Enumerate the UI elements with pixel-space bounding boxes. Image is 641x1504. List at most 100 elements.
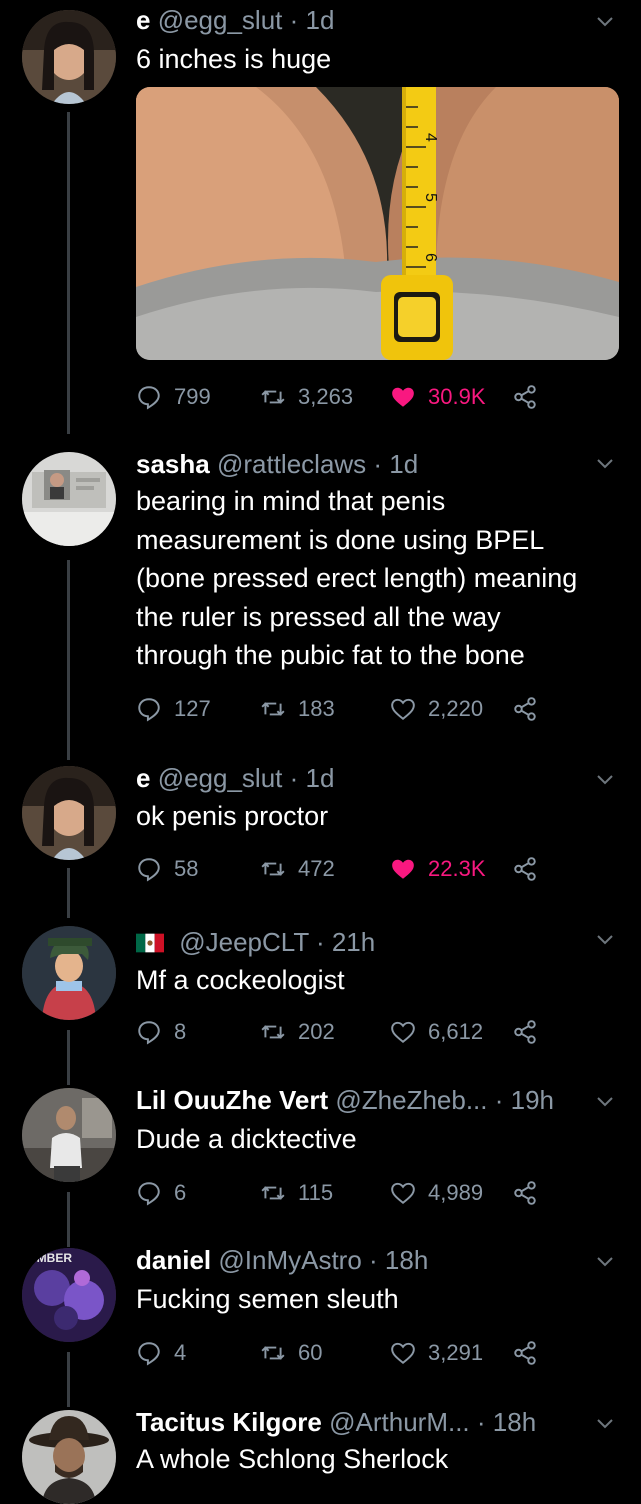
like-count: 4,989 (428, 1180, 484, 1205)
timestamp[interactable]: · 18h (369, 1245, 428, 1275)
timestamp[interactable]: · 1d (373, 449, 418, 479)
avatar[interactable] (22, 926, 116, 1020)
timestamp[interactable]: · 1d (290, 5, 335, 35)
tweet[interactable]: Lil OuuZhe Vert @ZheZheb... · 19h Dude a… (0, 1082, 641, 1244)
tweet-text-line: measurement is done using BPEL (136, 524, 545, 555)
avatar[interactable]: UMBER (22, 1248, 116, 1342)
heart-icon (391, 1342, 415, 1364)
retweet-icon (261, 1025, 285, 1039)
chevron-down-icon[interactable] (595, 1252, 615, 1272)
tweet-text-line: (bone pressed erect length) meaning (136, 563, 578, 593)
display-name[interactable]: sasha (136, 449, 210, 479)
reply-count: 8 (174, 1019, 187, 1044)
share-button[interactable] (512, 1338, 550, 1368)
avatar[interactable] (22, 452, 116, 546)
chevron-down-icon[interactable] (595, 12, 615, 32)
handle[interactable]: @ArthurM... (329, 1407, 470, 1437)
retweet-count: 472 (298, 856, 335, 881)
tweet[interactable]: e @egg_slut · 1d ok penis proctor 58 472… (0, 760, 641, 920)
avatar[interactable] (22, 10, 116, 104)
reply-button[interactable]: 6 (136, 1178, 186, 1208)
timestamp[interactable]: · 18h (477, 1407, 536, 1437)
ruler-mark-4: 4 (422, 133, 439, 142)
reply-icon (138, 858, 160, 882)
share-icon (514, 857, 536, 881)
handle[interactable]: @rattleclaws (217, 449, 366, 479)
retweet-button[interactable]: 183 (260, 694, 335, 724)
reply-button[interactable]: 4 (136, 1338, 186, 1368)
reply-button[interactable]: 58 (136, 854, 198, 884)
reply-count: 4 (174, 1340, 187, 1365)
like-count: 22.3K (428, 856, 486, 881)
timestamp[interactable]: · 1d (290, 763, 335, 793)
reply-count: 58 (174, 856, 199, 881)
avatar[interactable] (22, 766, 116, 860)
reply-icon (138, 1021, 160, 1045)
reply-button[interactable]: 799 (136, 382, 211, 412)
share-button[interactable] (512, 382, 550, 412)
display-name[interactable]: daniel (136, 1245, 211, 1275)
display-name[interactable]: e (136, 5, 150, 35)
share-button[interactable] (512, 1017, 550, 1047)
share-button[interactable] (512, 1178, 550, 1208)
chevron-down-icon[interactable] (595, 1092, 615, 1112)
avatar-text: UMBER (28, 1251, 72, 1265)
like-button[interactable]: 22.3K (390, 854, 486, 884)
handle[interactable]: @egg_slut (158, 763, 283, 793)
tweet[interactable]: e @egg_slut · 1d 6 inches is huge 4 5 6 … (0, 0, 641, 440)
share-icon (514, 697, 536, 721)
tweet[interactable]: @JeepCLT · 21h Mf a cockeologist 8 202 6… (0, 920, 641, 1082)
share-button[interactable] (512, 854, 550, 884)
reply-button[interactable]: 127 (136, 694, 211, 724)
like-button[interactable]: 30.9K (390, 382, 486, 412)
retweet-button[interactable]: 115 (260, 1178, 333, 1208)
chevron-down-icon[interactable] (595, 930, 615, 950)
handle[interactable]: @InMyAstro (218, 1245, 361, 1275)
like-button[interactable]: 2,220 (390, 694, 483, 724)
reply-icon (138, 698, 160, 722)
display-name[interactable]: Lil OuuZhe Vert (136, 1085, 328, 1115)
tweet-header: daniel @InMyAstro · 18h (136, 1244, 581, 1276)
chevron-down-icon[interactable] (595, 770, 615, 790)
retweet-count: 115 (298, 1180, 334, 1205)
tweet-text-line: the ruler is pressed all the way (136, 601, 501, 632)
retweet-button[interactable]: 472 (260, 854, 335, 884)
heart-icon (391, 698, 415, 720)
like-button[interactable]: 3,291 (390, 1338, 483, 1368)
like-count: 3,291 (428, 1340, 484, 1365)
handle[interactable]: @egg_slut (158, 5, 283, 35)
like-count: 30.9K (428, 384, 486, 409)
retweet-button[interactable]: 3,263 (260, 382, 353, 412)
retweet-icon (261, 702, 285, 716)
tweet-text: bearing in mind that penis measurement i… (136, 482, 616, 675)
heart-icon (392, 859, 414, 879)
like-button[interactable]: 6,612 (390, 1017, 483, 1047)
reply-count: 6 (174, 1180, 187, 1205)
tweet-header: Tacitus Kilgore @ArthurM... · 18h (136, 1406, 581, 1438)
reply-count: 799 (174, 384, 211, 409)
tweet-media-image[interactable]: 4 5 6 (136, 87, 619, 360)
chevron-down-icon[interactable] (595, 1414, 615, 1434)
retweet-count: 3,263 (298, 384, 354, 409)
reply-button[interactable]: 8 (136, 1017, 186, 1047)
retweet-button[interactable]: 202 (260, 1017, 335, 1047)
timestamp[interactable]: · 19h (495, 1085, 554, 1115)
tweet-actions: 799 3,263 30.9K (136, 382, 556, 412)
display-name[interactable]: e (136, 763, 150, 793)
tweet-actions: 58 472 22.3K (136, 854, 556, 884)
avatar[interactable] (22, 1410, 116, 1504)
avatar[interactable] (22, 1088, 116, 1182)
retweet-button[interactable]: 60 (260, 1338, 322, 1368)
tweet-actions: 127 183 2,220 (136, 694, 556, 724)
handle[interactable]: @JeepCLT (179, 927, 309, 957)
tweet[interactable]: Tacitus Kilgore @ArthurM... · 18h A whol… (0, 1404, 641, 1504)
share-button[interactable] (512, 694, 550, 724)
timestamp[interactable]: · 21h (316, 927, 375, 957)
like-button[interactable]: 4,989 (390, 1178, 483, 1208)
display-name[interactable]: Tacitus Kilgore (136, 1407, 322, 1437)
tweet-actions: 4 60 3,291 (136, 1338, 556, 1368)
handle[interactable]: @ZheZheb... (335, 1085, 487, 1115)
tweet[interactable]: UMBER daniel @InMyAstro · 18h Fucking se… (0, 1244, 641, 1404)
tweet[interactable]: sasha @rattleclaws · 1d bearing in mind … (0, 440, 641, 760)
chevron-down-icon[interactable] (595, 454, 615, 474)
